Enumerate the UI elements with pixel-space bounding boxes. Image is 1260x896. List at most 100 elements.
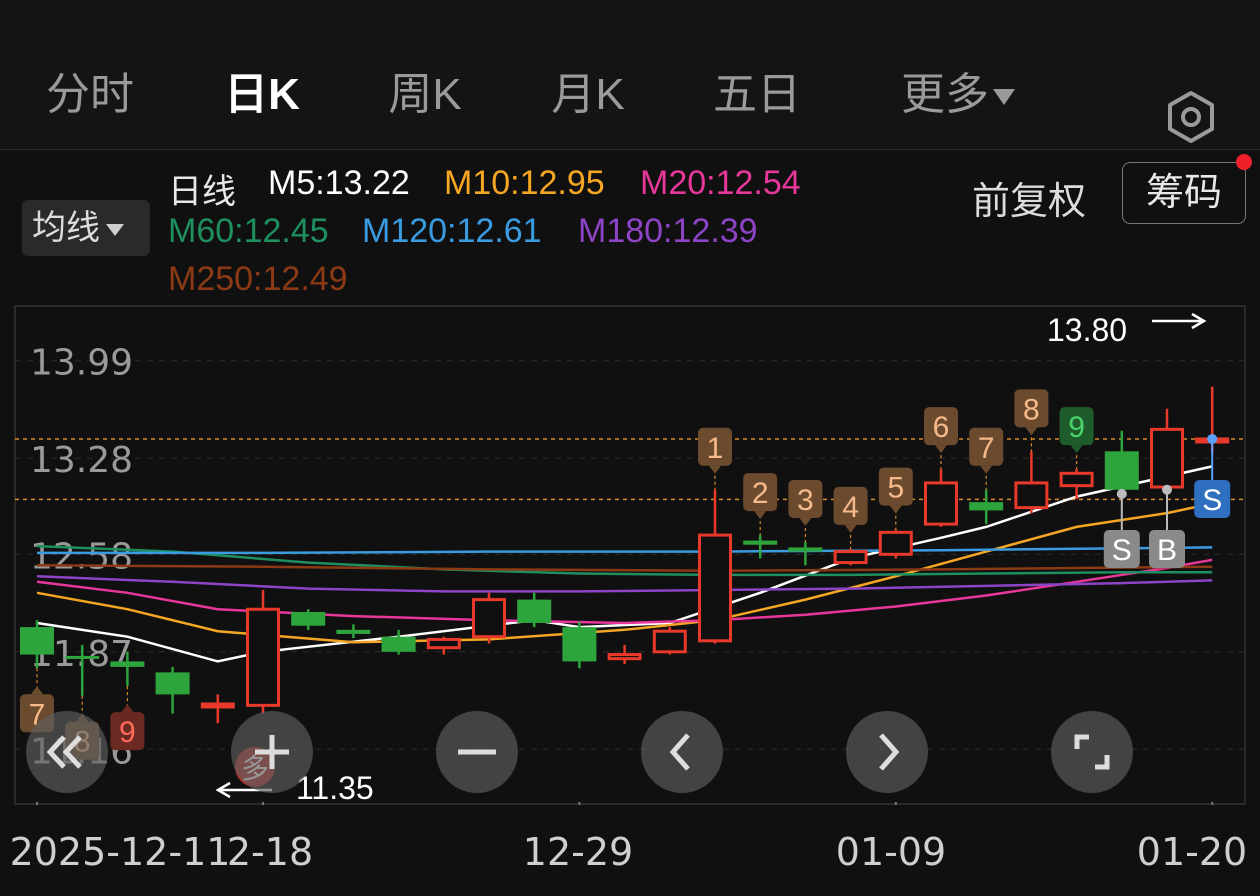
marker-label: 7: [978, 432, 995, 465]
candle: [743, 535, 778, 559]
marker-pointer: [935, 445, 947, 454]
marker-pointer: [980, 465, 993, 474]
candle-body: [426, 637, 461, 650]
signal-dot: [1207, 433, 1218, 444]
status-bar: [0, 0, 1260, 24]
candle: [472, 592, 506, 644]
legend-m20: M20:12.54: [640, 164, 801, 202]
candle: [698, 489, 732, 644]
tab-monthly-k[interactable]: 月K: [551, 58, 624, 122]
candle: [336, 624, 371, 639]
candle: [969, 489, 1004, 525]
candle: [155, 666, 190, 714]
chevron-down-icon: [106, 224, 124, 237]
candle-body: [200, 702, 235, 709]
candle-body: [336, 629, 371, 634]
candle-body: [743, 540, 778, 545]
signal-label: B: [1157, 534, 1177, 567]
candle-body: [472, 598, 506, 639]
candle-body: [969, 502, 1004, 511]
marker-pointer: [31, 686, 43, 695]
notification-dot: [1236, 154, 1252, 170]
tab-weekly-k[interactable]: 周K: [388, 58, 461, 122]
period-tabs: 分时 日K 周K 月K 五日 更多: [0, 24, 1260, 167]
sequence-marker: 8: [1014, 389, 1049, 452]
candle-body: [291, 611, 326, 626]
scroll-right-button[interactable]: [846, 711, 928, 793]
zoom-out-button[interactable]: [436, 711, 518, 793]
fullscreen-button[interactable]: [1051, 711, 1133, 793]
y-tick-label: 13.99: [30, 343, 133, 384]
signal-label: S: [1202, 484, 1222, 517]
chip-distribution-button[interactable]: 筹码: [1122, 162, 1246, 224]
tab-more[interactable]: 更多: [901, 58, 1015, 122]
x-label-5: 01-20: [1136, 830, 1248, 874]
sequence-marker: 5: [878, 467, 913, 530]
adjust-mode-button[interactable]: 前复权: [972, 170, 1086, 225]
chevron-down-icon: [993, 89, 1015, 106]
candle: [652, 627, 687, 655]
candle: [878, 529, 913, 559]
sequence-marker: 9: [1059, 407, 1094, 470]
candle-body: [155, 672, 190, 695]
marker-label: 8: [1023, 393, 1040, 426]
x-label-1: 2025-12-11: [9, 830, 231, 874]
legend-m250: M250:12.49: [168, 260, 348, 298]
ma-line-m250: [36, 564, 1213, 573]
tab-more-label: 更多: [901, 70, 989, 119]
signal-dot: [1116, 488, 1127, 499]
sequence-marker: 7: [969, 427, 1004, 490]
scroll-left-button[interactable]: [641, 711, 723, 793]
legend-m180: M180:12.39: [578, 212, 758, 250]
signal-badge: S: [1103, 488, 1140, 568]
candle-body: [788, 547, 823, 552]
candle-body: [1014, 481, 1049, 510]
zoom-in-button[interactable]: [231, 711, 313, 793]
marker-pointer: [889, 505, 902, 514]
candle-body: [1150, 427, 1184, 489]
marker-pointer: [1070, 445, 1083, 454]
marker-label: 4: [842, 491, 859, 524]
marker-label: 2: [752, 477, 769, 510]
marker-pointer: [799, 517, 812, 526]
signal-badge: B: [1149, 484, 1185, 568]
candle: [1150, 408, 1184, 490]
legend-m5: M5:13.22: [268, 164, 410, 202]
candle: [1104, 430, 1139, 494]
line-type-label: 日线: [168, 173, 236, 211]
settings-icon[interactable]: [1164, 90, 1218, 144]
minus-icon: [458, 749, 496, 755]
marker-pointer: [1025, 427, 1038, 436]
candle-body: [878, 530, 913, 556]
candle: [924, 469, 958, 527]
candle-body: [652, 629, 687, 654]
marker-label: 9: [119, 716, 136, 749]
tab-intraday[interactable]: 分时: [46, 58, 134, 122]
candle: [200, 694, 235, 724]
jump-start-button[interactable]: [26, 711, 108, 793]
candle: [562, 621, 597, 669]
legend-m60: M60:12.45: [168, 212, 329, 250]
candle: [517, 592, 552, 628]
x-label-3: 12-29: [522, 830, 634, 874]
plus-icon: [255, 735, 289, 769]
candle: [426, 636, 461, 655]
candle-body: [20, 627, 54, 655]
candle: [1014, 451, 1049, 514]
candle-body: [381, 636, 416, 652]
candle-body: [833, 550, 868, 565]
ma-selector-button[interactable]: 均线: [22, 200, 150, 256]
signal-label: S: [1112, 534, 1132, 567]
marker-pointer: [709, 465, 721, 474]
marker-pointer: [844, 524, 857, 533]
sequence-marker: 6: [924, 407, 958, 470]
candle-body: [1104, 451, 1139, 490]
marker-pointer: [754, 511, 767, 520]
tab-daily-k[interactable]: 日K: [224, 58, 300, 122]
candle: [607, 644, 642, 665]
signal-badge: S: [1194, 433, 1231, 518]
x-label-2: 2-18: [226, 830, 314, 874]
tab-five-day[interactable]: 五日: [713, 58, 801, 122]
sequence-marker: 4: [833, 486, 868, 549]
high-price-label: 13.80: [1047, 312, 1128, 348]
